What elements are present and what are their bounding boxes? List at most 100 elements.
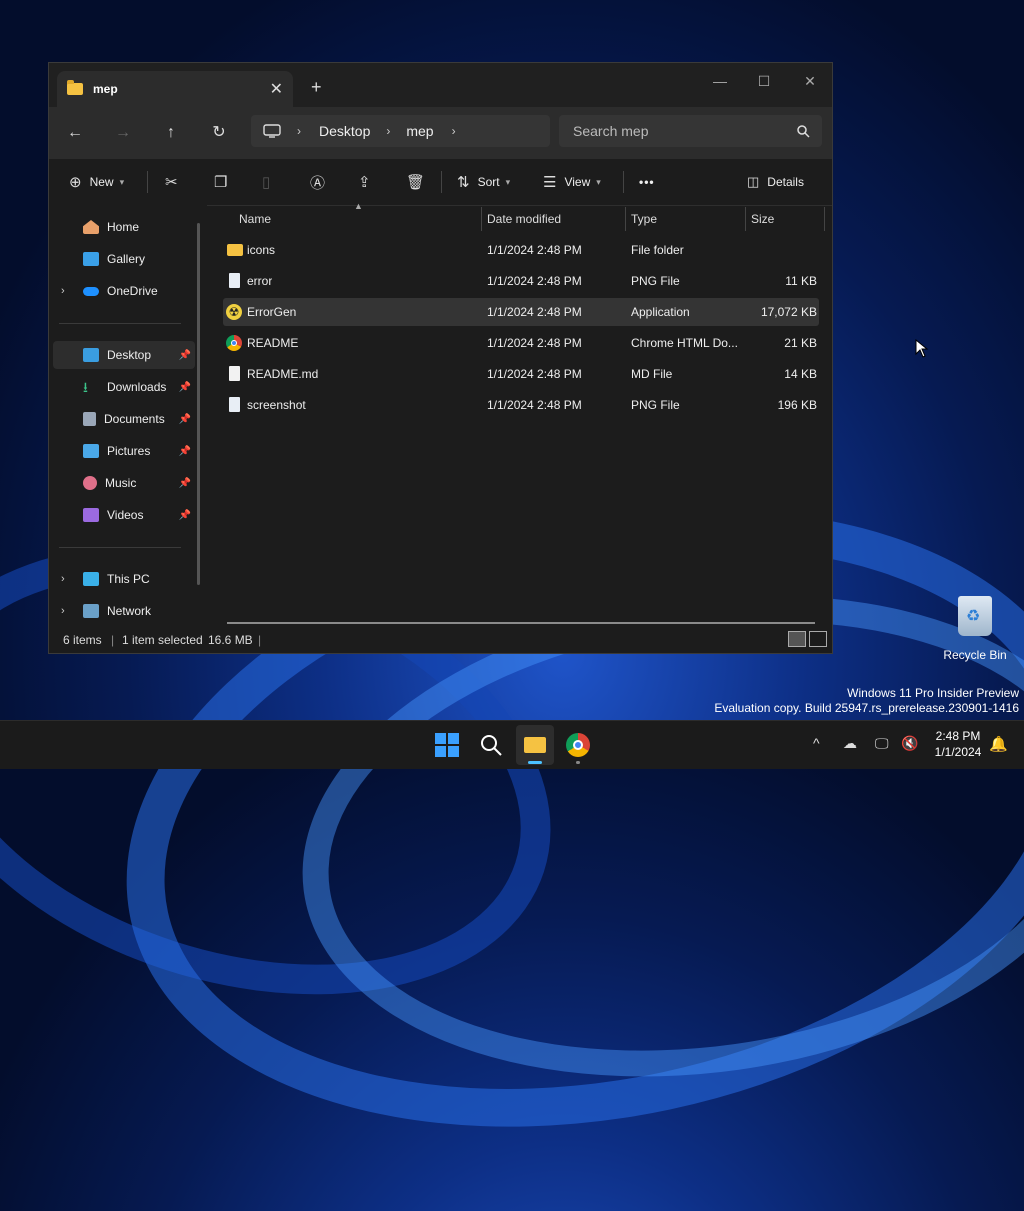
image-file-icon [229,397,240,412]
breadcrumb[interactable]: › Desktop › mep › [251,115,550,147]
folder-icon [524,737,546,753]
file-row[interactable]: README 1/1/2024 2:48 PM Chrome HTML Do..… [223,329,819,357]
nav-item-downloads[interactable]: ⭳ Downloads 📌 [53,373,195,401]
file-row[interactable]: README.md 1/1/2024 2:48 PM MD File 14 KB [223,360,819,388]
column-header-type[interactable]: Type [631,205,657,233]
nav-item-home[interactable]: Home [53,213,195,241]
nav-item-this-pc[interactable]: › This PC [53,565,195,593]
pin-icon[interactable]: 📌 [179,350,191,361]
details-pane-icon: ◫ [747,174,760,189]
maximize-button[interactable]: ☐ [741,67,787,95]
forward-arrow-icon[interactable]: → [109,119,137,147]
cut-button[interactable]: ✂ [165,167,178,197]
desktop-icon [83,348,99,362]
nav-item-videos[interactable]: Videos 📌 [53,501,195,529]
divider [441,171,442,193]
breadcrumb-mep[interactable]: mep [406,123,433,139]
nav-item-documents[interactable]: Documents 📌 [53,405,195,433]
pin-icon[interactable]: 📌 [179,446,191,457]
home-icon [83,220,99,234]
refresh-icon[interactable]: ↻ [205,119,233,147]
file-row[interactable]: screenshot 1/1/2024 2:48 PM PNG File 196… [223,391,819,419]
file-explorer-window: mep ✕ + — ☐ ✕ ← → ↑ ↻ › Desktop › mep › … [48,62,833,654]
nav-item-pictures[interactable]: Pictures 📌 [53,437,195,465]
radiation-icon: ☢ [226,304,242,320]
back-arrow-icon[interactable]: ← [61,119,89,147]
copy-icon: ❐ [214,174,228,191]
column-header-name[interactable]: Name [239,205,271,233]
nav-item-gallery[interactable]: Gallery [53,245,195,273]
tray-chevron-icon[interactable]: ^ [813,735,820,751]
up-arrow-icon[interactable]: ↑ [157,119,185,147]
chevron-right-icon: › [297,124,301,138]
new-tab-button[interactable]: + [311,77,322,98]
network-icon[interactable]: 🖵 [875,735,889,752]
search-placeholder: Search mep [573,123,649,139]
search-input[interactable]: Search mep [559,115,822,147]
more-options-button[interactable]: ••• [639,167,655,197]
clock[interactable]: 2:48 PM 1/1/2024 [928,729,988,759]
cloud-offline-icon[interactable]: ☁ [843,735,857,752]
search-icon[interactable] [796,124,810,138]
breadcrumb-desktop[interactable]: Desktop [319,123,370,139]
view-button[interactable]: ☰ View ▾ [543,167,601,197]
paste-button[interactable]: ▯ [262,167,270,197]
chevron-down-icon: ▾ [505,176,511,187]
pin-icon[interactable]: 📌 [179,478,191,489]
sort-button[interactable]: ⇅ Sort ▾ [457,167,510,197]
column-divider[interactable] [745,207,746,231]
volume-muted-icon[interactable]: 🔇 [901,735,918,752]
close-tab-icon[interactable]: ✕ [270,79,283,99]
column-divider[interactable] [824,207,825,231]
file-explorer-taskbar-button[interactable] [516,725,554,765]
command-bar: ⊕ New ▾ ✂ ❐ ▯ Ⓐ ⇪ 🗑 ⇅ Sort ▾ ☰ View ▾ ••… [49,159,832,206]
chevron-down-icon: ▾ [119,176,125,187]
rename-button[interactable]: Ⓐ [310,167,325,197]
delete-button[interactable]: 🗑 [406,167,425,197]
view-list-icon: ☰ [543,174,557,191]
minimize-button[interactable]: — [697,67,743,95]
copy-button[interactable]: ❐ [214,167,227,197]
notification-bell-icon[interactable]: 🔔 [989,735,1008,753]
status-separator: | [258,633,262,647]
chevron-right-icon[interactable]: › [61,605,65,617]
file-row[interactable]: ☢ ErrorGen 1/1/2024 2:48 PM Application … [223,298,819,326]
recycle-bin-shortcut[interactable]: Recycle Bin [940,596,1010,662]
nav-item-network[interactable]: › Network [53,597,195,625]
nav-item-desktop[interactable]: Desktop 📌 [53,341,195,369]
column-divider[interactable] [625,207,626,231]
chevron-right-icon: › [386,124,391,138]
tiles-view-button[interactable] [809,631,827,647]
chrome-icon [226,335,242,351]
column-divider[interactable] [481,207,482,231]
horizontal-scrollbar[interactable] [227,622,815,624]
column-header-size[interactable]: Size [751,205,774,233]
nav-scrollbar[interactable] [197,223,200,585]
chevron-right-icon[interactable]: › [61,285,65,297]
close-window-button[interactable]: ✕ [787,67,833,95]
start-icon[interactable] [435,733,459,757]
details-view-button[interactable] [788,631,806,647]
file-row[interactable]: icons 1/1/2024 2:48 PM File folder [223,236,819,264]
chevron-right-icon[interactable]: › [61,573,65,585]
nav-item-onedrive[interactable]: › OneDrive [53,277,195,305]
column-header-date[interactable]: Date modified [487,205,561,233]
details-button[interactable]: ◫ Details [747,167,804,197]
file-row[interactable]: error 1/1/2024 2:48 PM PNG File 11 KB [223,267,819,295]
nav-item-music[interactable]: Music 📌 [53,469,195,497]
pin-icon[interactable]: 📌 [179,414,191,425]
search-icon[interactable] [479,733,503,757]
clock-date: 1/1/2024 [934,745,982,759]
divider [59,323,181,324]
pin-icon[interactable]: 📌 [179,382,191,393]
share-icon: ⇪ [358,174,371,191]
navigation-pane: Home Gallery › OneDrive Desktop 📌 ⭳ Down… [49,205,207,625]
status-bar: 6 items | 1 item selected 16.6 MB | [49,625,832,653]
new-button[interactable]: ⊕ New ▾ [69,167,124,197]
share-button[interactable]: ⇪ [358,167,371,197]
selection-size: 16.6 MB [208,633,253,647]
chevron-right-icon[interactable]: › [452,124,456,138]
chrome-icon[interactable] [566,733,590,757]
tab-mep[interactable]: mep ✕ [57,71,293,107]
pin-icon[interactable]: 📌 [179,510,191,521]
